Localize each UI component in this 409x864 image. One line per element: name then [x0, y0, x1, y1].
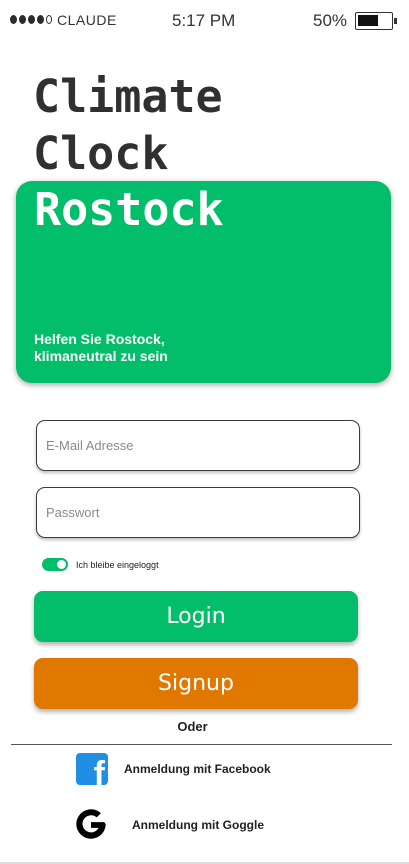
app-title-line1: Climate: [33, 70, 223, 123]
facebook-login-label: Anmeldung mit Facebook: [124, 762, 271, 776]
facebook-login-button[interactable]: f Anmeldung mit Facebook: [76, 753, 271, 785]
password-field[interactable]: [36, 487, 360, 538]
stay-logged-in: Ich bleibe eingeloggt: [42, 558, 159, 571]
clock-time: 5:17 PM: [172, 11, 236, 30]
battery-percent: 50%: [313, 11, 348, 30]
city-tagline: Helfen Sie Rostock, klimaneutral zu sein: [34, 331, 234, 365]
google-login-button[interactable]: Anmeldung mit Goggle: [72, 806, 264, 844]
carrier-name: CLAUDE: [57, 12, 117, 28]
app-title-line2: Clock: [33, 127, 169, 180]
password-input[interactable]: [46, 505, 359, 520]
email-input[interactable]: [46, 438, 359, 453]
signup-button[interactable]: Signup: [34, 658, 358, 709]
city-name: Rostock: [34, 183, 224, 236]
google-login-label: Anmeldung mit Goggle: [132, 818, 264, 832]
google-icon: [76, 809, 106, 839]
city-card: Rostock Helfen Sie Rostock, klimaneutral…: [16, 181, 391, 383]
facebook-icon: f: [76, 753, 108, 785]
stay-logged-in-toggle[interactable]: [42, 558, 68, 571]
status-bar: CLAUDE 5:17 PM 50%: [0, 0, 409, 42]
battery-icon: [355, 12, 397, 30]
city-tagline-line1: Helfen Sie Rostock,: [34, 331, 165, 347]
or-separator-label: Oder: [177, 719, 208, 734]
city-tagline-line2: klimaneutral zu sein: [34, 348, 168, 364]
stay-logged-in-label: Ich bleibe eingeloggt: [76, 559, 159, 570]
divider: [11, 744, 392, 745]
signal-strength-icon: [10, 15, 52, 24]
login-button[interactable]: Login: [34, 591, 358, 642]
email-field[interactable]: [36, 420, 360, 471]
app-title: Climate Clock: [33, 68, 223, 182]
